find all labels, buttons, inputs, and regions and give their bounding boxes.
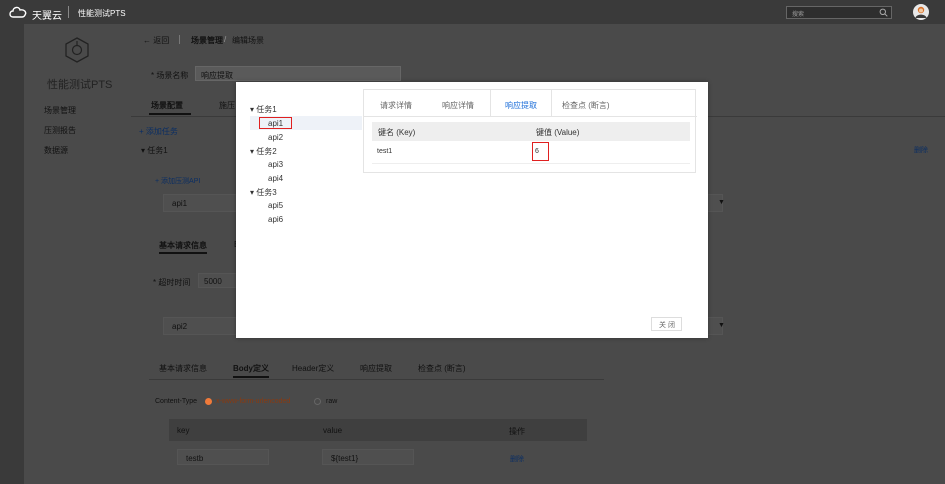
task1-delete-link[interactable]: 删除 [914, 145, 928, 155]
tab-response-extract[interactable]: 响应提取 [360, 363, 392, 374]
col-key-name: 键名 (Key) [378, 128, 416, 137]
sidebar-product-title: 性能测试PTS [47, 79, 113, 91]
tab-basic-info-top[interactable]: 基本请求信息 [159, 240, 207, 251]
tab-checkpoint-assert[interactable]: 检查点 (断言) [562, 100, 610, 111]
scene-name-value: 响应提取 [201, 71, 233, 80]
body-table-header: key value 操作 [169, 419, 587, 441]
close-button[interactable]: 关 闭 [651, 317, 682, 331]
product-name[interactable]: 性能测试PTS [78, 8, 126, 19]
tab-body-definition[interactable]: Body定义 [233, 363, 269, 374]
content-type-label: Content-Type [155, 398, 198, 405]
api2-select-value: api2 [172, 322, 188, 331]
avatar[interactable] [913, 4, 929, 20]
extract-table-header: 键名 (Key) 键值 (Value) [372, 122, 690, 141]
body-tab-underline [233, 376, 269, 378]
scene-name-label: * 场景名称 [151, 71, 189, 80]
header-divider [68, 6, 69, 18]
row-divider [372, 163, 690, 164]
radio-raw[interactable] [314, 398, 321, 405]
api1-select-value: api1 [172, 199, 188, 208]
breadcrumb-divider [179, 35, 180, 44]
tree-api3[interactable]: api3 [268, 160, 283, 169]
tree-task3[interactable]: ▾ 任务3 [250, 187, 277, 198]
timeout-label: * 超时时间 [153, 278, 191, 287]
tab-pressure[interactable]: 施压 [219, 100, 235, 111]
bottom-tab-divider [149, 379, 604, 380]
modal-tab-divider [364, 116, 697, 117]
sidebar-item-scene[interactable]: 场景管理 [44, 105, 76, 116]
radio-urlencoded[interactable] [205, 398, 212, 405]
tree-api4[interactable]: api4 [268, 174, 283, 183]
col-key-value: 键值 (Value) [536, 128, 580, 137]
tree-api1[interactable]: api1 [268, 119, 283, 128]
search-input[interactable]: 搜索 [786, 6, 892, 19]
add-task-link[interactable]: + 添加任务 [139, 126, 178, 137]
tab-request-detail[interactable]: 请求详情 [380, 100, 412, 111]
brand-name[interactable]: 天翼云 [32, 7, 62, 22]
tab-header-definition[interactable]: Header定义 [292, 363, 334, 374]
radio-urlencoded-label[interactable]: x-www-form-urlencoded [216, 398, 290, 405]
scene-name-input[interactable]: 响应提取 [195, 66, 401, 81]
timeout-value: 5000 [204, 277, 222, 286]
timeout-input[interactable]: 5000 [198, 273, 240, 288]
back-link[interactable]: ← 返回 [143, 35, 169, 46]
close-button-label: 关 闭 [659, 322, 675, 329]
body-key-value: testb [186, 454, 204, 463]
col-value: value [323, 426, 343, 435]
col-key: key [177, 426, 190, 435]
tree-api6[interactable]: api6 [268, 215, 283, 224]
sidebar: 性能测试PTS 场景管理 压测报告 数据源 [24, 24, 131, 484]
api2-chevron-down-icon[interactable]: ▼ [718, 322, 725, 329]
tree-task2[interactable]: ▾ 任务2 [250, 146, 277, 157]
breadcrumb-edit: 编辑场景 [232, 36, 264, 45]
body-value-value: ${test1} [331, 454, 359, 463]
tree-api5[interactable]: api5 [268, 201, 283, 210]
task1-toggle[interactable]: ▾ 任务1 [141, 145, 168, 156]
tab-basic-info[interactable]: 基本请求信息 [159, 363, 207, 374]
sidebar-item-datasource[interactable]: 数据源 [44, 145, 68, 156]
body-key-input[interactable]: testb [177, 449, 269, 465]
search-icon[interactable] [879, 8, 888, 19]
basic-info-underline [159, 252, 207, 254]
tab-active-underline [149, 113, 191, 115]
tab-checkpoint[interactable]: 检查点 (断言) [418, 363, 466, 374]
left-strip [0, 24, 24, 484]
search-placeholder: 搜索 [792, 12, 805, 18]
cloud-logo-icon[interactable] [8, 5, 28, 18]
tree-task1[interactable]: ▾ 任务1 [250, 104, 277, 115]
breadcrumb-scene[interactable]: 场景管理 [191, 35, 223, 46]
breadcrumb-separator: / [224, 35, 227, 44]
body-value-input[interactable]: ${test1} [322, 449, 414, 465]
top-bar: 天翼云 性能测试PTS 搜索 [0, 0, 945, 24]
body-row-delete-link[interactable]: 删除 [510, 454, 524, 464]
tab-response-detail[interactable]: 响应详情 [442, 100, 474, 111]
tree-api2[interactable]: api2 [268, 133, 283, 142]
sidebar-item-report[interactable]: 压测报告 [44, 125, 76, 136]
tab-scene-config[interactable]: 场景配置 [151, 100, 183, 111]
add-api-link[interactable]: + 添加压测API [155, 176, 200, 186]
response-extract-modal: ▾ 任务1 api1 api2 ▾ 任务2 api3 api4 ▾ 任务3 ap… [236, 82, 708, 338]
extract-row-value: 6 [535, 148, 539, 155]
api1-chevron-down-icon[interactable]: ▼ [718, 199, 725, 206]
col-action: 操作 [509, 427, 525, 436]
detail-panel: 请求详情 响应详情 响应提取 检查点 (断言) 键名 (Key) 键值 (Val… [363, 89, 697, 173]
radio-raw-label[interactable]: raw [326, 398, 337, 405]
pts-product-icon [64, 37, 90, 63]
extract-row-key: test1 [377, 148, 393, 155]
tab-response-extract-active[interactable]: 响应提取 [505, 100, 537, 111]
